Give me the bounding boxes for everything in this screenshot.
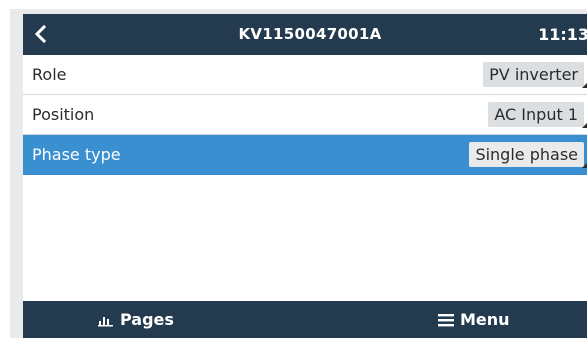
bottom-bar: Pages Menu — [23, 301, 587, 338]
settings-list: Role PV inverter Position AC Input 1 Pha… — [23, 55, 587, 175]
row-label: Phase type — [32, 145, 121, 164]
clock: 11:13 — [538, 25, 587, 44]
row-value: PV inverter — [483, 62, 584, 87]
edit-corner-icon — [582, 163, 587, 168]
row-position[interactable]: Position AC Input 1 — [23, 95, 587, 135]
pages-label: Pages — [120, 310, 174, 329]
menu-icon — [438, 313, 454, 326]
row-label: Role — [32, 65, 67, 84]
device-screen: KV1150047001A 11:13 Role PV inverter Pos… — [23, 14, 587, 338]
row-role[interactable]: Role PV inverter — [23, 55, 587, 95]
page-title: KV1150047001A — [238, 25, 382, 43]
edit-corner-icon — [582, 123, 587, 128]
edit-corner-icon — [582, 83, 587, 88]
menu-label: Menu — [460, 310, 510, 329]
row-value: AC Input 1 — [488, 102, 584, 127]
row-label: Position — [32, 105, 95, 124]
menu-button[interactable]: Menu — [438, 301, 510, 338]
pages-icon — [98, 316, 113, 326]
top-bar: KV1150047001A 11:13 — [23, 14, 587, 55]
row-value: Single phase — [469, 142, 584, 167]
row-phase-type[interactable]: Phase type Single phase — [23, 135, 587, 175]
pages-button[interactable]: Pages — [98, 301, 174, 338]
